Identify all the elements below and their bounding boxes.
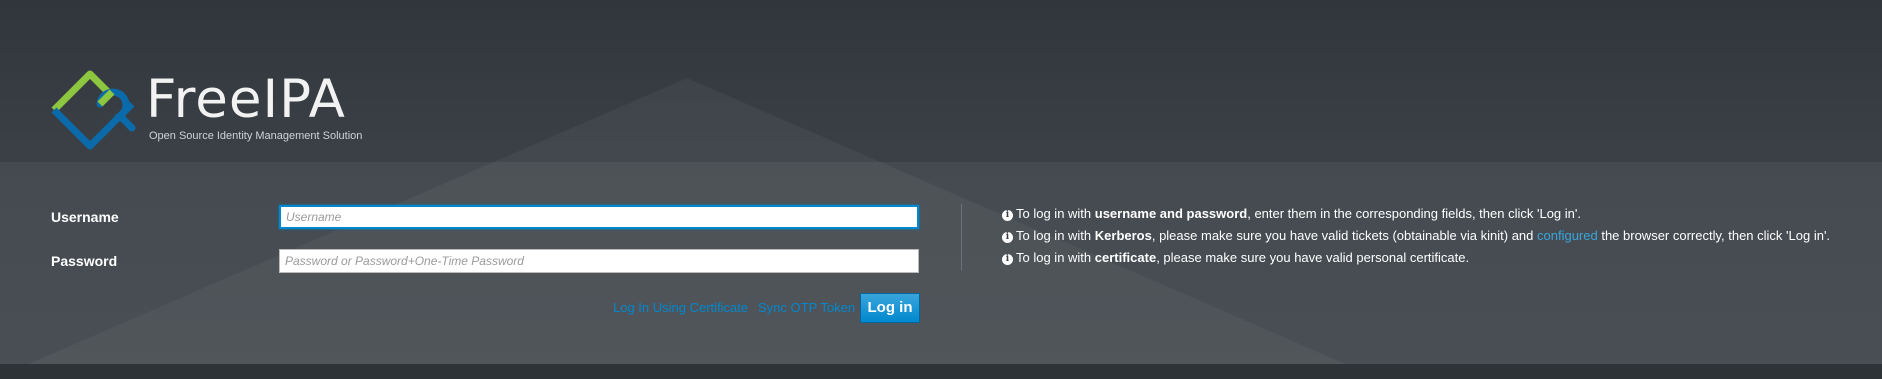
info-circle-icon: i <box>1002 254 1013 265</box>
info-text: , please make sure you have valid ticket… <box>1151 228 1537 243</box>
info-text: To log in with <box>1016 250 1095 265</box>
info-circle-icon: i <box>1002 210 1013 221</box>
info-bold: username and password <box>1094 206 1248 221</box>
info-bold: certificate <box>1094 250 1157 265</box>
log-in-using-certificate-link[interactable]: Log In Using Certificate <box>613 300 748 315</box>
info-text: To log in with <box>1016 206 1095 221</box>
brand-name: FreeIPA <box>146 69 346 130</box>
password-label: Password <box>51 253 118 269</box>
username-input[interactable] <box>279 205 919 229</box>
bottom-strip <box>0 364 1882 379</box>
info-line-password: i To log in with username and password, e… <box>1002 206 1581 221</box>
freeipa-logo: FreeIPA Open Source Identity Management … <box>50 68 363 150</box>
vertical-divider <box>961 204 962 270</box>
info-bold: Kerberos <box>1094 228 1152 243</box>
info-line-certificate: i To log in with certificate, please make… <box>1002 250 1469 265</box>
username-label: Username <box>51 209 119 225</box>
sync-otp-token-link[interactable]: Sync OTP Token <box>758 300 855 315</box>
configured-link[interactable]: configured <box>1537 228 1598 243</box>
info-text: , enter them in the corresponding fields… <box>1247 206 1581 221</box>
info-text: To log in with <box>1016 228 1095 243</box>
info-text: , please make sure you have valid person… <box>1156 250 1470 265</box>
info-line-kerberos: i To log in with Kerberos, please make su… <box>1002 228 1830 243</box>
brand-tagline: Open Source Identity Management Solution <box>149 130 363 142</box>
info-text: the browser correctly, then click 'Log i… <box>1597 228 1831 243</box>
login-button[interactable]: Log in <box>860 293 920 323</box>
info-circle-icon: i <box>1002 232 1013 243</box>
freeipa-logo-icon <box>51 70 136 150</box>
password-input[interactable] <box>279 249 919 273</box>
